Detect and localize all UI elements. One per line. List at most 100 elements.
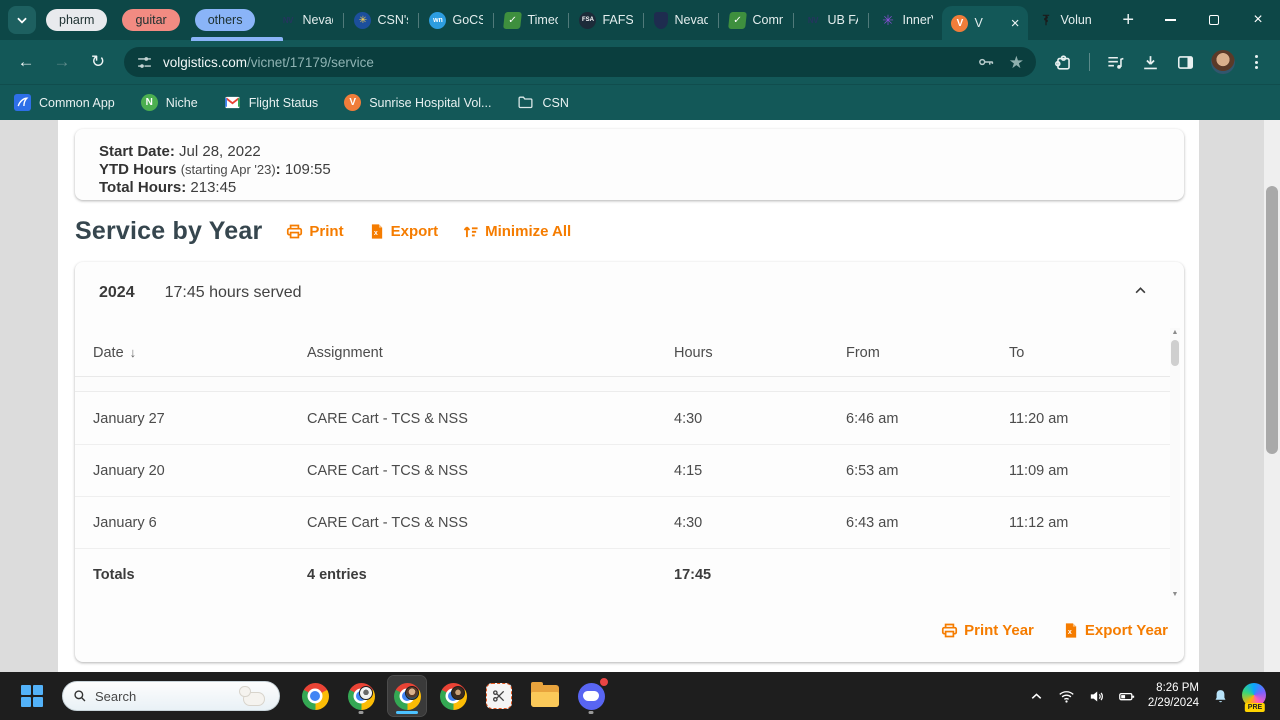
tab-favicon <box>279 12 296 29</box>
column-header-assignment[interactable]: Assignment <box>307 345 674 361</box>
column-header-from[interactable]: From <box>846 345 1009 361</box>
media-controls-icon[interactable] <box>1106 53 1125 72</box>
address-bar[interactable]: volgistics.com/vicnet/17179/service ★ <box>124 47 1036 77</box>
tab-separator <box>493 12 495 28</box>
cell-date: January 20 <box>93 462 165 479</box>
browser-tab[interactable]: CSN's <box>345 0 417 40</box>
browser-tab[interactable]: FAFSA <box>570 0 642 40</box>
clock-time: 8:26 PM <box>1156 682 1199 695</box>
browser-tab[interactable]: V × <box>942 6 1029 40</box>
taskbar-app-discord[interactable] <box>572 676 610 716</box>
browser-tab[interactable]: Nevad <box>270 0 342 40</box>
table-scrollbar[interactable]: ▲ ▼ <box>1170 328 1180 600</box>
wifi-icon[interactable] <box>1058 688 1075 705</box>
partially-scrolled-row <box>75 377 1170 392</box>
browser-tab[interactable]: Volun <box>1028 0 1100 40</box>
cell-assignment: 4 entries <box>307 567 367 583</box>
year-card-header[interactable]: 2024 17:45 hours served <box>75 262 1184 303</box>
bookmark-item[interactable]: Flight Status <box>224 94 318 111</box>
tab-title: UB FA <box>827 13 858 27</box>
table-row[interactable]: January 6 CARE Cart - TCS & NSS 4:30 6:4… <box>75 497 1170 549</box>
taskbar-app-snipping-tool[interactable] <box>480 676 518 716</box>
window-close-button[interactable]: × <box>1236 0 1280 40</box>
notifications-bell-icon[interactable] <box>1212 688 1229 705</box>
totals-row[interactable]: Totals 4 entries 17:45 <box>75 549 1170 601</box>
column-header-to[interactable]: To <box>1009 345 1152 361</box>
minimize-all-button[interactable]: Minimize All <box>462 223 571 240</box>
battery-icon[interactable] <box>1118 688 1135 705</box>
forward-button[interactable]: → <box>46 46 78 78</box>
taskbar-app-chrome-profile2[interactable] <box>342 676 380 716</box>
back-button[interactable]: ← <box>10 46 42 78</box>
scroll-down-arrow-icon[interactable]: ▼ <box>1172 590 1179 600</box>
export-year-button[interactable]: x Export Year <box>1062 622 1168 639</box>
search-icon <box>74 690 86 702</box>
tab-group-pill[interactable]: others <box>190 9 284 41</box>
svg-text:x: x <box>373 229 377 237</box>
taskbar-app-chrome-profile3[interactable] <box>434 676 472 716</box>
back-icon: ← <box>17 52 35 71</box>
column-header-hours[interactable]: Hours <box>674 345 846 361</box>
tab-group-pill[interactable]: guitar <box>122 9 180 31</box>
bookmark-item[interactable]: Niche <box>140 94 198 111</box>
copilot-icon[interactable]: PRE <box>1242 683 1268 712</box>
search-highlight-image <box>239 684 269 708</box>
tray-chevron-up-icon[interactable] <box>1028 688 1045 705</box>
cell-hours: 4:15 <box>674 462 703 479</box>
window-minimize-button[interactable] <box>1148 0 1192 40</box>
start-button[interactable] <box>12 676 52 716</box>
new-tab-button[interactable]: + <box>1108 9 1148 32</box>
print-year-button[interactable]: Print Year <box>941 622 1034 639</box>
browser-tab[interactable]: Nevad <box>645 0 717 40</box>
bookmark-item[interactable]: CSN <box>517 94 569 111</box>
browser-tab[interactable]: Timec <box>495 0 567 40</box>
taskbar-clock[interactable]: 8:26 PM 2/29/2024 <box>1148 681 1199 711</box>
taskbar-app-chrome-active[interactable] <box>387 675 427 717</box>
bookmark-star-icon[interactable]: ★ <box>1009 54 1024 71</box>
bookmark-item[interactable]: Sunrise Hospital Vol... <box>344 94 491 111</box>
export-button[interactable]: x Export <box>368 223 438 240</box>
table-scrollbar-thumb[interactable] <box>1171 340 1179 366</box>
print-button[interactable]: Print <box>286 223 344 240</box>
downloads-icon[interactable] <box>1141 53 1160 72</box>
tab-group-pill[interactable]: pharm <box>46 9 108 31</box>
volume-icon[interactable] <box>1088 688 1105 705</box>
browser-tab[interactable]: InnerV <box>870 0 942 40</box>
reload-button[interactable]: ↻ <box>82 46 114 78</box>
cell-hours: 4:30 <box>674 410 703 427</box>
tab-close-icon[interactable]: × <box>1011 16 1020 31</box>
tab-list: Nevad CSN's GoCS Timec FAFSA Nevad Comm … <box>270 0 1108 40</box>
table-row[interactable]: January 27 CARE Cart - TCS & NSS 4:30 6:… <box>75 393 1170 445</box>
collapse-year-button[interactable] <box>1133 283 1148 303</box>
tab-title: CSN's <box>377 13 408 27</box>
table-row[interactable]: January 20 CARE Cart - TCS & NSS 4:15 6:… <box>75 445 1170 497</box>
side-panel-icon[interactable] <box>1176 53 1195 72</box>
export-file-icon: x <box>371 224 382 239</box>
taskbar-app-file-explorer[interactable] <box>526 676 564 716</box>
password-key-icon[interactable] <box>977 53 995 71</box>
browser-tab[interactable]: UB FA <box>795 0 867 40</box>
tab-title: Timec <box>527 13 559 27</box>
windows-taskbar: Search 8:26 PM 2/29/2024 PRE <box>0 672 1280 720</box>
scroll-up-arrow-icon[interactable]: ▲ <box>1172 328 1179 338</box>
window-maximize-button[interactable] <box>1192 0 1236 40</box>
site-settings-icon[interactable] <box>136 54 153 71</box>
taskbar-app-chrome[interactable] <box>296 676 334 716</box>
cell-to: 11:12 am <box>1009 514 1069 531</box>
page-scrollbar-thumb[interactable] <box>1266 186 1278 454</box>
browser-tab[interactable]: GoCS <box>420 0 492 40</box>
profile-badge <box>450 685 465 700</box>
browser-tab[interactable]: Comm <box>720 0 792 40</box>
tab-title: InnerV <box>902 13 933 27</box>
bookmark-item[interactable]: Common App <box>14 94 115 111</box>
taskbar-search[interactable]: Search <box>62 681 280 711</box>
extensions-icon[interactable] <box>1054 53 1073 72</box>
browser-menu-icon[interactable] <box>1251 55 1262 69</box>
page-scrollbar[interactable] <box>1264 120 1280 672</box>
tab-search-button[interactable] <box>8 6 36 34</box>
column-header-date[interactable]: Date ↓ <box>93 345 307 361</box>
printer-icon <box>942 623 958 638</box>
profile-avatar[interactable] <box>1211 50 1235 74</box>
printer-icon <box>287 224 303 239</box>
search-placeholder: Search <box>95 688 137 704</box>
